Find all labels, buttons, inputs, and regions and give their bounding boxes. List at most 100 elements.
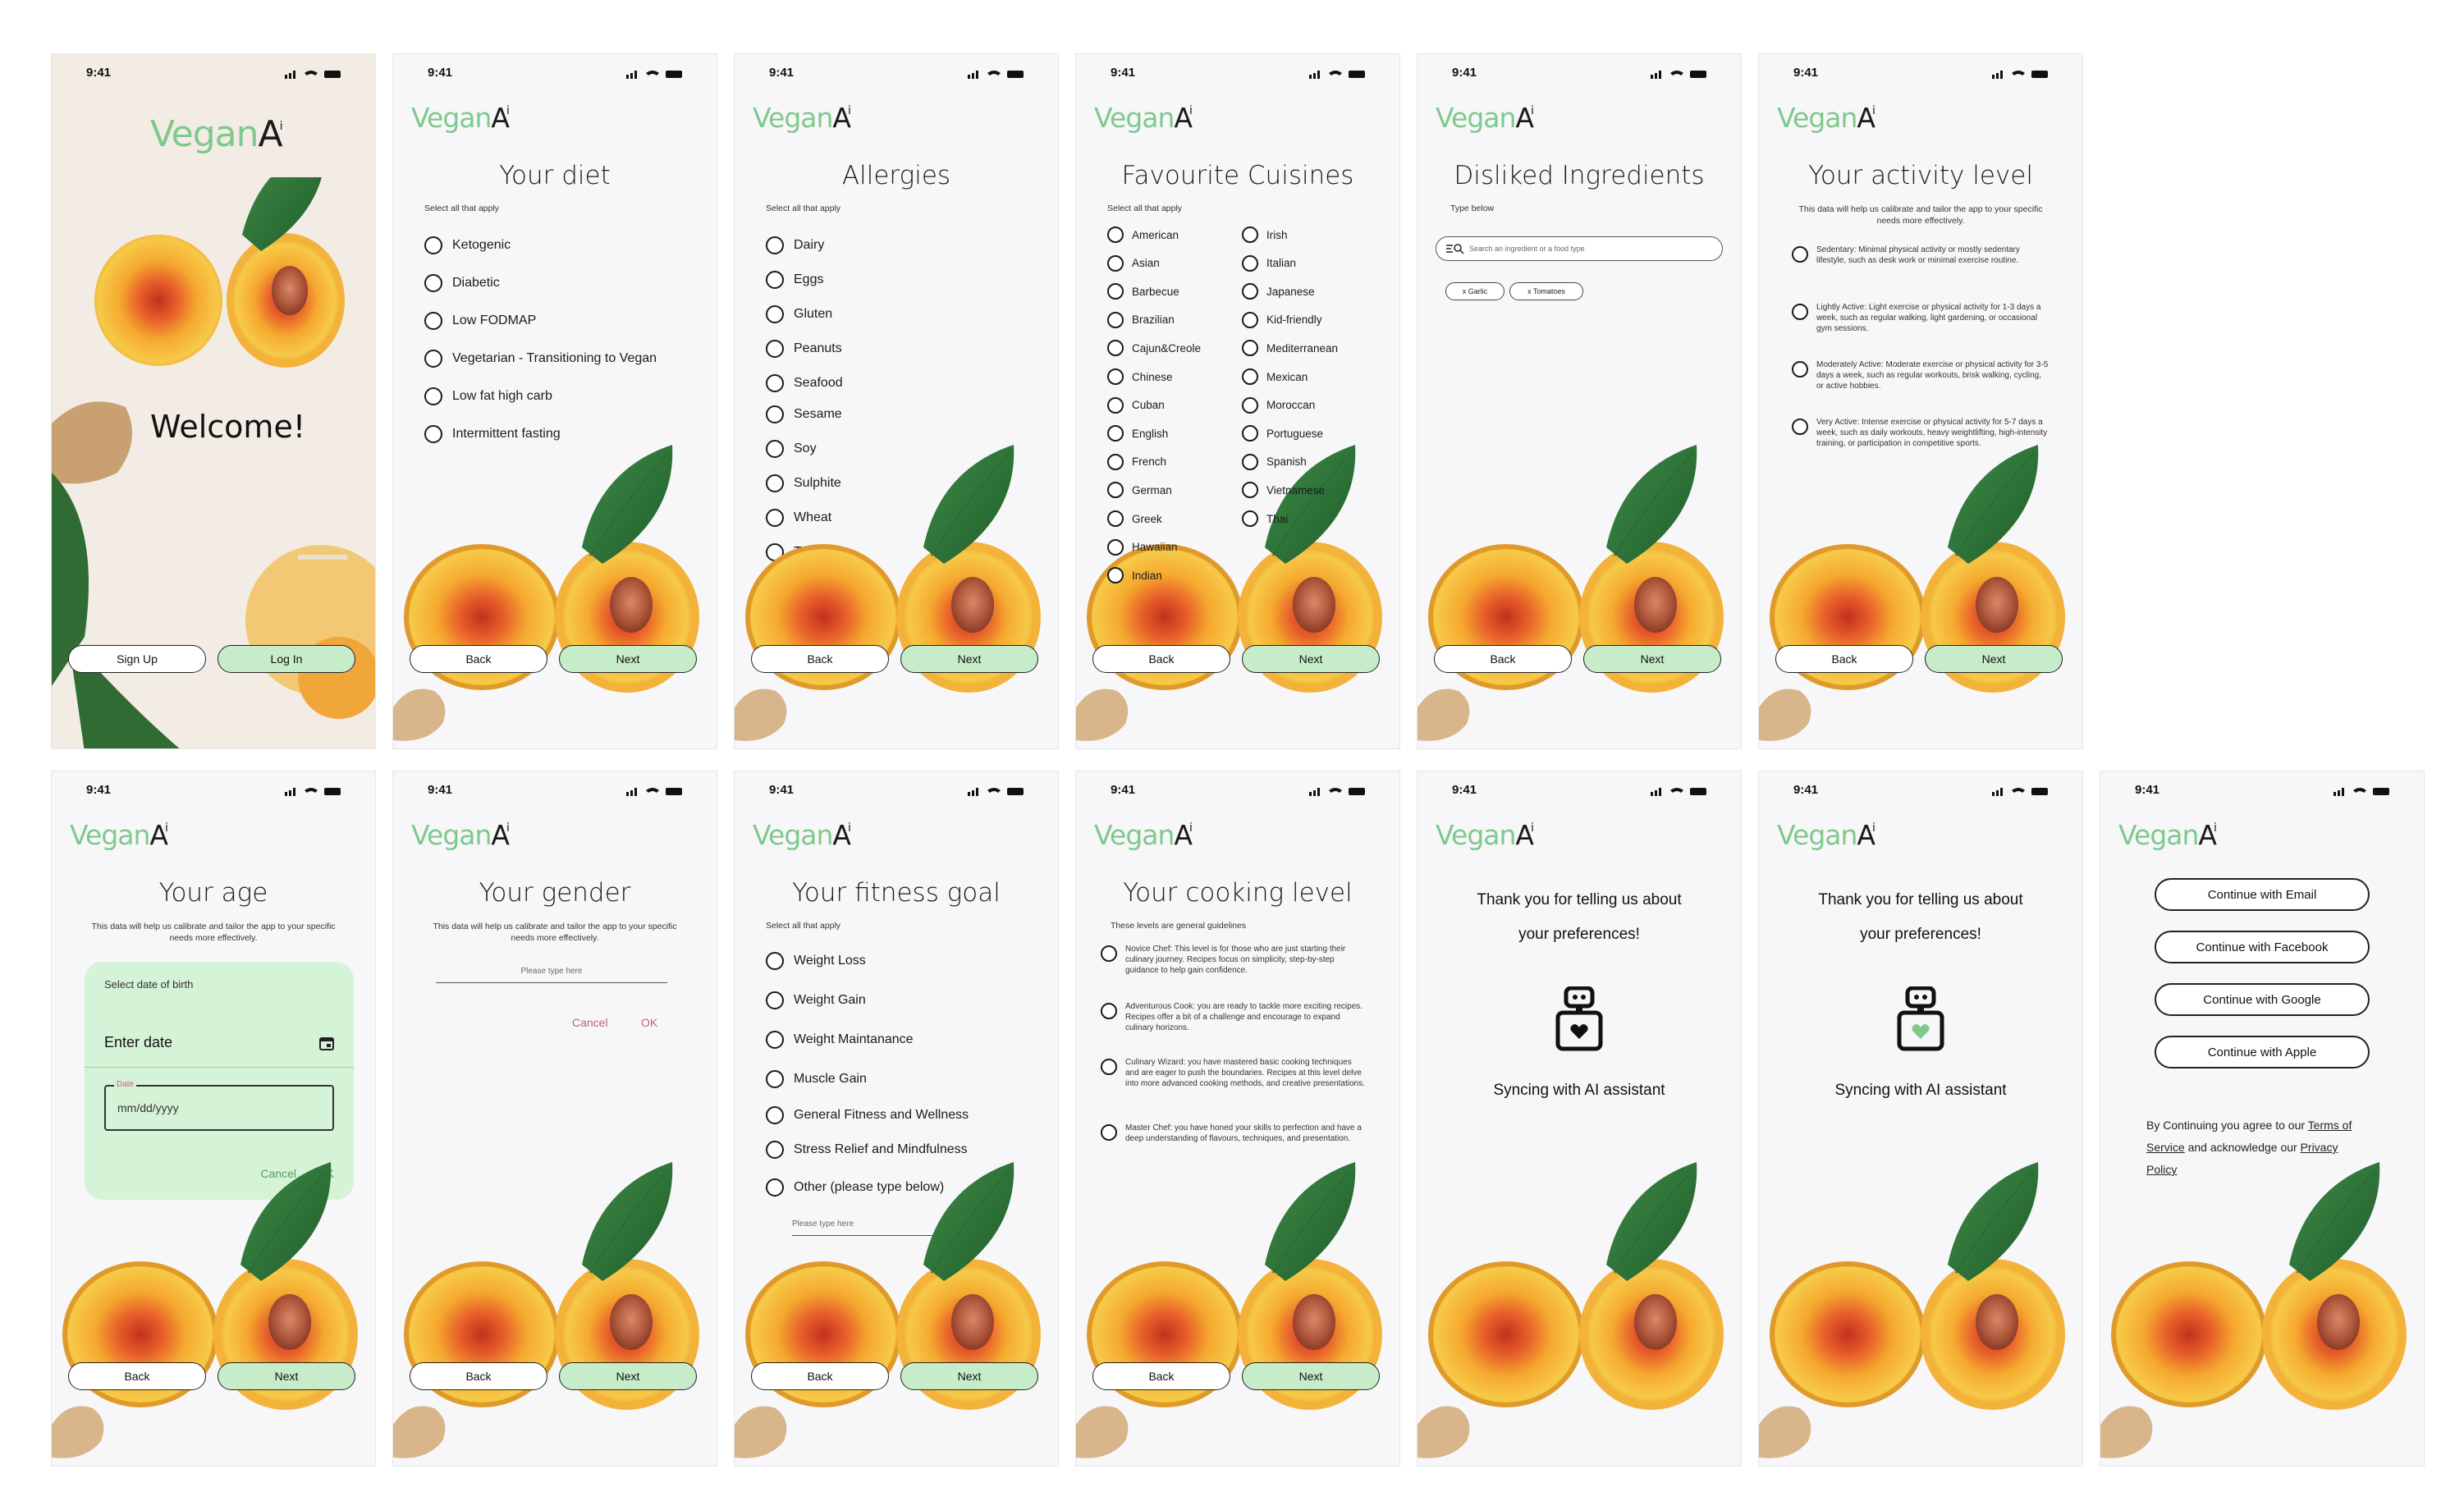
ingredient-chip[interactable]: x Garlic [1445, 282, 1505, 300]
allergy-option[interactable]: Eggs [766, 271, 823, 289]
privacy-link[interactable]: Privacy [2301, 1141, 2338, 1154]
allergy-option[interactable]: Sulphite [766, 474, 841, 492]
activity-option[interactable]: Very Active: Intense exercise or physica… [1792, 417, 2050, 449]
next-button[interactable]: Next [559, 1362, 697, 1390]
activity-option[interactable]: Lightly Active: Light exercise or physic… [1792, 302, 2050, 334]
diet-option[interactable]: Diabetic [424, 274, 500, 292]
ingredient-search[interactable]: Search an ingredient or a food type [1436, 236, 1723, 261]
ingredient-chip[interactable]: x Tomatoes [1509, 282, 1583, 300]
cuisine-option[interactable]: Thai [1242, 510, 1288, 527]
cuisine-option[interactable]: Mexican [1242, 368, 1308, 385]
cuisine-option[interactable]: English [1107, 425, 1168, 442]
fitness-option[interactable]: Weight Maintanance [766, 1031, 914, 1049]
radio-icon[interactable] [766, 991, 784, 1009]
radio-icon[interactable] [766, 474, 784, 492]
radio-icon[interactable] [1107, 254, 1124, 272]
allergy-option[interactable]: Peanuts [766, 340, 842, 358]
fitness-option[interactable]: Weight Gain [766, 991, 866, 1009]
radio-icon[interactable] [1242, 482, 1258, 499]
radio-icon[interactable] [1242, 425, 1258, 442]
radio-icon[interactable] [1242, 311, 1258, 328]
cuisine-option[interactable]: Kid-friendly [1242, 311, 1322, 328]
radio-icon[interactable] [766, 305, 784, 323]
fitness-option[interactable]: Muscle Gain [766, 1070, 867, 1088]
radio-icon[interactable] [766, 271, 784, 289]
cuisine-option[interactable]: Spanish [1242, 453, 1307, 470]
allergy-option[interactable]: Sesame [766, 405, 842, 423]
radio-icon[interactable] [1107, 283, 1124, 300]
radio-icon[interactable] [1242, 453, 1258, 470]
diet-option[interactable]: Low fat high carb [424, 387, 552, 405]
fitness-other-input[interactable]: Please type here [792, 1213, 968, 1236]
radio-icon[interactable] [766, 1141, 784, 1159]
radio-icon[interactable] [766, 543, 784, 561]
back-button[interactable]: Back [410, 1362, 547, 1390]
radio-icon[interactable] [1242, 510, 1258, 527]
allergy-option[interactable]: Seafood [766, 374, 843, 392]
cuisine-option[interactable]: Barbecue [1107, 283, 1179, 300]
continue-email-button[interactable]: Continue with Email [2155, 878, 2370, 911]
radio-icon[interactable] [1107, 567, 1124, 584]
radio-icon[interactable] [1107, 226, 1124, 243]
cuisine-option[interactable]: Chinese [1107, 368, 1173, 385]
radio-icon[interactable] [1242, 396, 1258, 414]
ok-button[interactable]: OK [318, 1167, 334, 1180]
radio-icon[interactable] [1242, 368, 1258, 385]
radio-icon[interactable] [766, 1106, 784, 1124]
cancel-button[interactable]: Cancel [572, 1016, 608, 1029]
radio-icon[interactable] [766, 340, 784, 358]
cuisine-option[interactable]: American [1107, 226, 1179, 243]
continue-facebook-button[interactable]: Continue with Facebook [2155, 931, 2370, 963]
diet-option[interactable]: Ketogenic [424, 236, 511, 254]
radio-icon[interactable] [1107, 425, 1124, 442]
radio-icon[interactable] [1242, 226, 1258, 243]
gender-input[interactable]: Please type here [436, 960, 667, 983]
radio-icon[interactable] [424, 312, 442, 330]
back-button[interactable]: Back [751, 645, 889, 673]
radio-icon[interactable] [1792, 246, 1808, 263]
allergy-option[interactable]: Tree-nuts [766, 543, 850, 561]
diet-option[interactable]: Low FODMAP [424, 312, 536, 330]
radio-icon[interactable] [1107, 510, 1124, 527]
radio-icon[interactable] [766, 1031, 784, 1049]
continue-google-button[interactable]: Continue with Google [2155, 983, 2370, 1016]
allergy-option[interactable]: Wheat [766, 509, 831, 527]
radio-icon[interactable] [766, 440, 784, 458]
radio-icon[interactable] [1242, 283, 1258, 300]
next-button[interactable]: Next [1242, 645, 1380, 673]
radio-icon[interactable] [1101, 1124, 1117, 1141]
allergy-option[interactable]: Gluten [766, 305, 832, 323]
next-button[interactable]: Next [1242, 1362, 1380, 1390]
next-button[interactable]: Next [1583, 645, 1721, 673]
radio-icon[interactable] [424, 236, 442, 254]
radio-icon[interactable] [766, 1178, 784, 1197]
radio-icon[interactable] [1107, 482, 1124, 499]
continue-apple-button[interactable]: Continue with Apple [2155, 1036, 2370, 1068]
fitness-option[interactable]: General Fitness and Wellness [766, 1106, 969, 1124]
radio-icon[interactable] [1107, 368, 1124, 385]
cuisine-option[interactable]: French [1107, 453, 1166, 470]
allergy-option[interactable]: Dairy [766, 236, 824, 254]
radio-icon[interactable] [766, 952, 784, 970]
radio-icon[interactable] [766, 236, 784, 254]
back-button[interactable]: Back [751, 1362, 889, 1390]
diet-option[interactable]: Vegetarian - Transitioning to Vegan [424, 350, 657, 368]
radio-icon[interactable] [1107, 538, 1124, 556]
radio-icon[interactable] [766, 374, 784, 392]
cooking-option[interactable]: Novice Chef: This level is for those who… [1101, 944, 1367, 976]
activity-option[interactable]: Sedentary: Minimal physical activity or … [1792, 245, 2050, 266]
cuisine-option[interactable]: Brazilian [1107, 311, 1175, 328]
terms-link-2[interactable]: Service [2146, 1141, 2185, 1154]
cuisine-option[interactable]: Cuban [1107, 396, 1165, 414]
radio-icon[interactable] [1107, 453, 1124, 470]
radio-icon[interactable] [766, 405, 784, 423]
next-button[interactable]: Next [900, 645, 1038, 673]
terms-link[interactable]: Terms of [2308, 1119, 2352, 1132]
next-button[interactable]: Next [900, 1362, 1038, 1390]
radio-icon[interactable] [1107, 396, 1124, 414]
sign-up-button[interactable]: Sign Up [68, 645, 206, 673]
cuisine-option[interactable]: Greek [1107, 510, 1162, 527]
fitness-option[interactable]: Weight Loss [766, 952, 866, 970]
date-field[interactable]: Date mm/dd/yyyy [104, 1080, 334, 1131]
calendar-icon[interactable] [319, 1036, 334, 1050]
